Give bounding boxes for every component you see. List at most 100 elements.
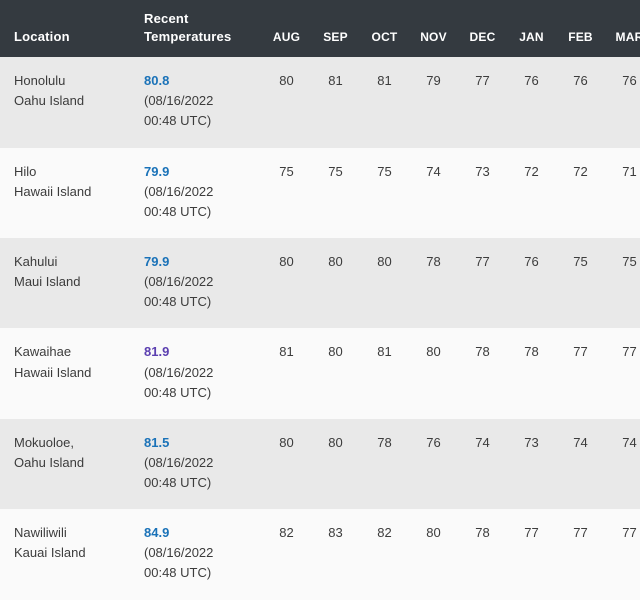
cell-month-feb: 76 bbox=[573, 73, 588, 89]
cell-month-sep: 80 bbox=[328, 344, 343, 360]
table-row: Mokuoloe, Oahu Island 81.5 (08/16/2022 00:48… bbox=[0, 418, 640, 510]
cell-month-sep: 75 bbox=[328, 163, 343, 179]
location-island: Hawaii Island bbox=[14, 364, 92, 380]
cell-location: Kahului Maui Island bbox=[0, 238, 142, 328]
column-header-location[interactable]: Location bbox=[0, 0, 142, 57]
cell-location: Kawaihae Hawaii Island bbox=[0, 328, 142, 418]
location-city: Nawiliwili bbox=[14, 525, 67, 541]
recent-temperature-link[interactable]: 79.9 bbox=[144, 252, 262, 272]
cell-month-feb: 77 bbox=[573, 344, 588, 360]
cell-month-feb: 77 bbox=[573, 525, 588, 541]
location-city: Kawaihae bbox=[14, 344, 72, 360]
recent-temperature-date-line2: 00:48 UTC) bbox=[144, 203, 212, 219]
cell-month-mar: 71 bbox=[622, 163, 637, 179]
cell-month-oct: 81 bbox=[377, 73, 392, 89]
recent-temperature-date-line2: 00:48 UTC) bbox=[144, 384, 212, 400]
column-header-month-feb[interactable]: FEB bbox=[556, 0, 605, 57]
cell-recent-temperature: 81.9 (08/16/2022 00:48 UTC) bbox=[142, 328, 262, 418]
cell-month-nov: 80 bbox=[426, 344, 441, 360]
cell-location: Mokuoloe, Oahu Island bbox=[0, 419, 142, 509]
cell-month-nov: 74 bbox=[426, 163, 441, 179]
cell-month-dec: 77 bbox=[475, 73, 490, 89]
cell-month-mar: 74 bbox=[622, 434, 637, 450]
cell-month-mar: 76 bbox=[622, 73, 637, 89]
cell-recent-temperature: 81.5 (08/16/2022 00:48 UTC) bbox=[142, 419, 262, 509]
column-header-month-aug[interactable]: AUG bbox=[262, 0, 311, 57]
location-city: Hilo bbox=[14, 163, 37, 179]
recent-temperature-date-line1: (08/16/2022 bbox=[144, 93, 214, 109]
column-header-month-mar[interactable]: MAR bbox=[605, 0, 640, 57]
cell-month-dec: 73 bbox=[475, 163, 490, 179]
location-island: Oahu Island bbox=[14, 454, 85, 470]
cell-month-aug: 80 bbox=[279, 434, 294, 450]
recent-temperature-date-line1: (08/16/2022 bbox=[144, 364, 214, 380]
cell-month-nov: 78 bbox=[426, 253, 441, 269]
cell-location: Honolulu Oahu Island bbox=[0, 57, 142, 147]
table-row: Hilo Hawaii Island 79.9 (08/16/2022 00:48 UT… bbox=[0, 147, 640, 238]
column-header-month-jan[interactable]: JAN bbox=[507, 0, 556, 57]
recent-temperature-link[interactable]: 81.9 bbox=[144, 342, 262, 362]
recent-temperature-date-line2: 00:48 UTC) bbox=[144, 294, 212, 310]
location-island: Hawaii Island bbox=[14, 183, 92, 199]
cell-month-feb: 75 bbox=[573, 253, 588, 269]
recent-temperature-link[interactable]: 79.9 bbox=[144, 162, 262, 182]
cell-month-aug: 75 bbox=[279, 163, 294, 179]
cell-month-nov: 79 bbox=[426, 73, 441, 89]
cell-month-jan: 78 bbox=[524, 344, 539, 360]
table-header-row: Location Recent Temperatures AUG SEP OCT… bbox=[0, 0, 640, 58]
cell-month-feb: 72 bbox=[573, 163, 588, 179]
recent-temperature-link[interactable]: 84.9 bbox=[144, 523, 262, 543]
recent-temperature-date-line1: (08/16/2022 bbox=[144, 545, 214, 561]
recent-temperature-date-line1: (08/16/2022 bbox=[144, 454, 214, 470]
cell-month-jan: 76 bbox=[524, 73, 539, 89]
cell-month-sep: 83 bbox=[328, 525, 343, 541]
cell-month-jan: 77 bbox=[524, 525, 539, 541]
column-header-recent-line2: Temperatures bbox=[144, 28, 232, 44]
column-header-month-nov[interactable]: NOV bbox=[409, 0, 458, 57]
recent-temperature-link[interactable]: 80.8 bbox=[144, 71, 262, 91]
cell-month-nov: 76 bbox=[426, 434, 441, 450]
recent-temperature-date-line1: (08/16/2022 bbox=[144, 274, 214, 290]
cell-month-oct: 82 bbox=[377, 525, 392, 541]
location-island: Maui Island bbox=[14, 274, 81, 290]
location-island: Oahu Island bbox=[14, 93, 85, 109]
cell-location: Hilo Hawaii Island bbox=[0, 148, 142, 238]
cell-month-oct: 78 bbox=[377, 434, 392, 450]
location-island: Kauai Island bbox=[14, 545, 86, 561]
recent-temperature-date-line2: 00:48 UTC) bbox=[144, 113, 212, 129]
cell-month-nov: 80 bbox=[426, 525, 441, 541]
cell-month-oct: 81 bbox=[377, 344, 392, 360]
column-header-month-dec[interactable]: DEC bbox=[458, 0, 507, 57]
cell-month-mar: 77 bbox=[622, 344, 637, 360]
column-header-recent-line1: Recent bbox=[144, 11, 189, 26]
cell-month-dec: 78 bbox=[475, 344, 490, 360]
location-city: Honolulu bbox=[14, 73, 66, 89]
cell-month-feb: 74 bbox=[573, 434, 588, 450]
cell-recent-temperature: 79.9 (08/16/2022 00:48 UTC) bbox=[142, 238, 262, 328]
cell-month-oct: 80 bbox=[377, 253, 392, 269]
temperature-table-container: Location Recent Temperatures AUG SEP OCT… bbox=[0, 0, 640, 600]
recent-temperature-link[interactable]: 81.5 bbox=[144, 433, 262, 453]
column-header-recent-temperatures[interactable]: Recent Temperatures bbox=[142, 0, 262, 57]
cell-month-dec: 78 bbox=[475, 525, 490, 541]
cell-month-jan: 72 bbox=[524, 163, 539, 179]
column-header-month-oct[interactable]: OCT bbox=[360, 0, 409, 57]
recent-temperature-date-line2: 00:48 UTC) bbox=[144, 565, 212, 581]
cell-month-dec: 77 bbox=[475, 253, 490, 269]
table-body: Honolulu Oahu Island 80.8 (08/16/2022 00:48 … bbox=[0, 57, 640, 600]
cell-month-aug: 80 bbox=[279, 73, 294, 89]
cell-recent-temperature: 79.9 (08/16/2022 00:48 UTC) bbox=[142, 148, 262, 238]
cell-month-jan: 73 bbox=[524, 434, 539, 450]
recent-temperature-date-line2: 00:48 UTC) bbox=[144, 475, 212, 491]
cell-month-dec: 74 bbox=[475, 434, 490, 450]
table-row: Kahului Maui Island 79.9 (08/16/2022 00:48 U… bbox=[0, 237, 640, 329]
cell-month-oct: 75 bbox=[377, 163, 392, 179]
cell-month-mar: 77 bbox=[622, 525, 637, 541]
table-row: Nawiliwili Kauai Island 84.9 (08/16/2022 00:… bbox=[0, 509, 640, 600]
cell-month-aug: 80 bbox=[279, 253, 294, 269]
cell-recent-temperature: 84.9 (08/16/2022 00:48 UTC) bbox=[142, 509, 262, 599]
column-header-month-sep[interactable]: SEP bbox=[311, 0, 360, 57]
cell-month-aug: 82 bbox=[279, 525, 294, 541]
cell-recent-temperature: 80.8 (08/16/2022 00:48 UTC) bbox=[142, 57, 262, 147]
recent-temperatures-table: Location Recent Temperatures AUG SEP OCT… bbox=[0, 0, 640, 600]
